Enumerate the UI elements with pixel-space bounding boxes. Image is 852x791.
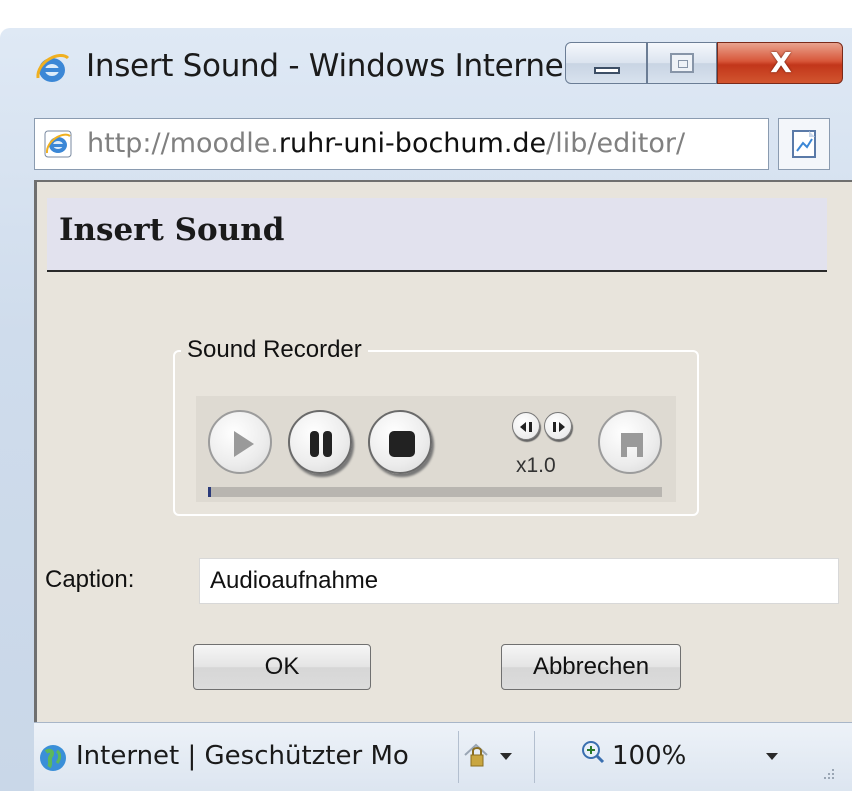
recording-progress-fill	[208, 487, 211, 497]
zoom-dropdown-icon[interactable]	[766, 753, 778, 760]
pause-icon	[310, 431, 332, 457]
play-icon	[234, 431, 254, 457]
status-bar: Internet | Geschützter Mo 100%	[34, 722, 852, 791]
close-button[interactable]: X	[717, 42, 843, 84]
address-url: http://moodle.ruhr-uni-bochum.de/lib/edi…	[87, 128, 685, 159]
page-icon	[44, 130, 72, 158]
maximize-icon	[670, 53, 694, 73]
address-prefix: http://moodle.	[87, 128, 279, 159]
play-button[interactable]	[208, 410, 272, 474]
zoom-icon	[582, 741, 605, 764]
maximize-button[interactable]	[647, 42, 717, 84]
pause-button[interactable]	[288, 410, 352, 474]
close-icon: X	[770, 46, 792, 79]
save-button[interactable]	[598, 410, 662, 474]
cancel-button[interactable]: Abbrechen	[501, 644, 681, 690]
address-domain: ruhr-uni-bochum.de	[278, 128, 547, 159]
minimize-icon	[594, 67, 620, 74]
sound-recorder-legend: Sound Recorder	[181, 336, 368, 364]
window-title: Insert Sound - Windows Interne...	[86, 48, 593, 84]
caption-label: Caption:	[45, 566, 135, 593]
slower-icon	[520, 422, 532, 432]
compatibility-view-icon	[792, 130, 816, 158]
dialog-title: Insert Sound	[59, 212, 285, 248]
browser-window: Insert Sound - Windows Interne... X http…	[0, 28, 852, 791]
dialog-title-band: Insert Sound	[47, 198, 827, 272]
compatibility-view-button[interactable]	[778, 118, 830, 170]
status-separator	[534, 731, 535, 783]
status-separator	[458, 731, 459, 783]
caption-input[interactable]	[199, 558, 839, 604]
faster-button[interactable]	[544, 412, 572, 440]
title-bar: Insert Sound - Windows Interne... X	[0, 28, 852, 110]
protected-mode-dropdown-icon[interactable]	[500, 753, 512, 760]
caption-buttons: X	[565, 42, 852, 86]
faster-icon	[553, 422, 565, 432]
stop-icon	[389, 431, 415, 457]
ie-logo-icon	[36, 54, 70, 82]
ok-button[interactable]: OK	[193, 644, 371, 690]
minimize-button[interactable]	[565, 42, 647, 84]
protected-mode-icon[interactable]	[462, 741, 490, 771]
security-zone-text[interactable]: Internet | Geschützter Mo	[76, 741, 456, 771]
stop-button[interactable]	[368, 410, 432, 474]
globe-icon	[40, 745, 66, 771]
slower-button[interactable]	[512, 412, 540, 440]
recording-progress[interactable]	[208, 487, 662, 497]
save-icon	[621, 433, 643, 457]
address-bar[interactable]: http://moodle.ruhr-uni-bochum.de/lib/edi…	[34, 118, 769, 170]
sound-recorder: x1.0	[196, 396, 676, 502]
address-path: /lib/editor/	[546, 128, 686, 159]
zoom-level[interactable]: 100%	[612, 741, 686, 771]
speed-label: x1.0	[516, 454, 556, 477]
dialog-content: Insert Sound Sound Recorder x1.0 Caption…	[34, 180, 852, 722]
resize-grip-icon[interactable]	[818, 765, 836, 783]
